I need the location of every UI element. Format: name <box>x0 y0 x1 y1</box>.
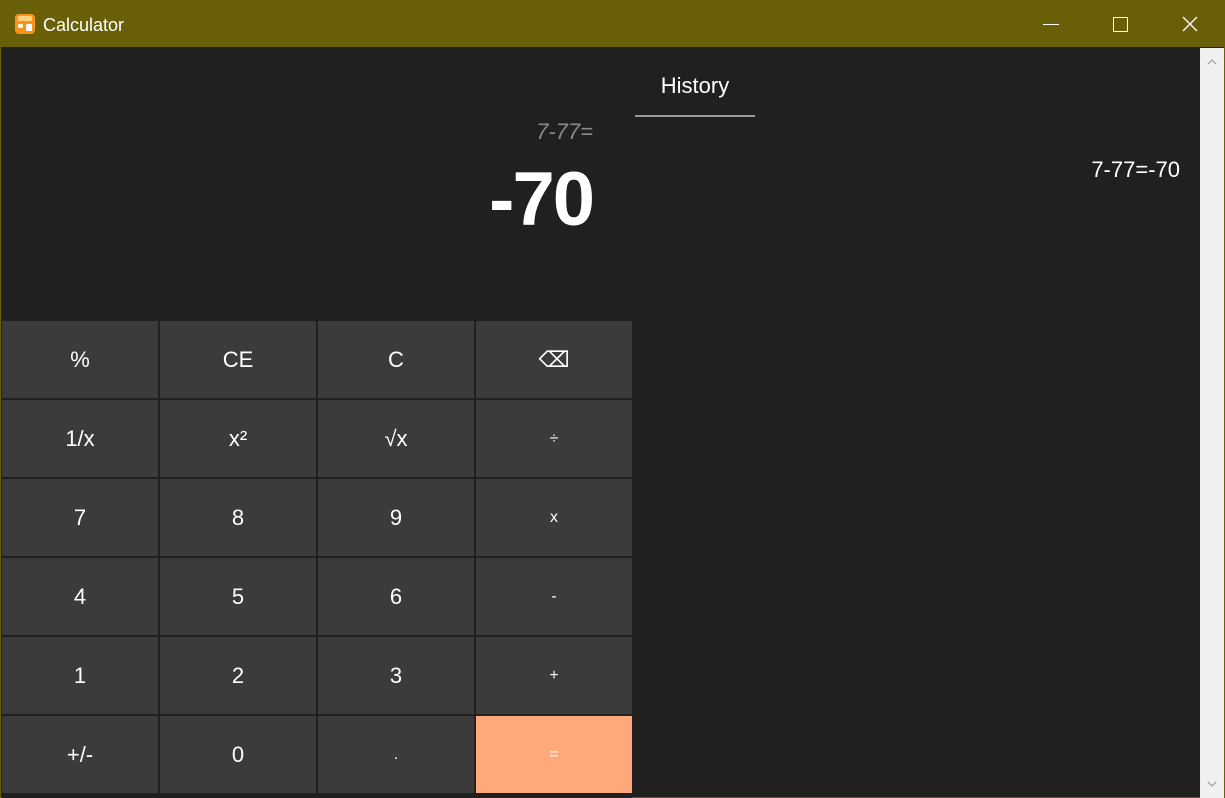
digit-0-button[interactable]: 0 <box>160 716 316 793</box>
reciprocal-button[interactable]: 1/x <box>2 400 158 477</box>
clear-entry-button[interactable]: CE <box>160 321 316 398</box>
calculator-window: Calculator 7-77= -70 % CE C ⌫ 1/x x² √x … <box>0 0 1225 798</box>
backspace-button[interactable]: ⌫ <box>476 321 632 398</box>
maximize-button[interactable] <box>1085 1 1155 47</box>
tab-history[interactable]: History <box>635 73 755 99</box>
close-button[interactable] <box>1155 1 1225 47</box>
minus-label: - <box>551 587 557 605</box>
plus-button[interactable]: + <box>476 637 632 714</box>
plus-label: + <box>549 666 559 684</box>
backspace-icon: ⌫ <box>538 346 570 372</box>
divide-button[interactable]: ÷ <box>476 400 632 477</box>
digit-1-button[interactable]: 1 <box>2 637 158 714</box>
history-scrollbar[interactable] <box>1200 48 1224 798</box>
minimize-button[interactable] <box>1016 1 1086 47</box>
scroll-up-button[interactable] <box>1200 50 1224 74</box>
sqrt-button[interactable]: √x <box>318 400 474 477</box>
keypad: % CE C ⌫ 1/x x² √x ÷ 7 8 9 x 4 5 6 - 1 2… <box>2 321 632 798</box>
multiply-button[interactable]: x <box>476 479 632 556</box>
digit-6-button[interactable]: 6 <box>318 558 474 635</box>
divide-label: ÷ <box>549 429 559 447</box>
decimal-label: . <box>393 745 399 763</box>
scroll-down-button[interactable] <box>1200 772 1224 796</box>
equals-label: = <box>549 745 559 763</box>
result-display: -70 <box>489 157 595 242</box>
digit-5-button[interactable]: 5 <box>160 558 316 635</box>
expression-display: 7-77= <box>536 119 593 144</box>
digit-4-button[interactable]: 4 <box>2 558 158 635</box>
negate-button[interactable]: +/- <box>2 716 158 793</box>
title-bar[interactable]: Calculator <box>1 1 1224 47</box>
digit-3-button[interactable]: 3 <box>318 637 474 714</box>
decimal-button[interactable]: . <box>318 716 474 793</box>
calculator-icon <box>15 14 35 34</box>
maximize-icon <box>1112 16 1128 32</box>
chevron-down-icon <box>1207 781 1217 787</box>
history-tab-underline <box>635 115 755 117</box>
percent-button[interactable]: % <box>2 321 158 398</box>
multiply-label: x <box>550 508 558 526</box>
digit-8-button[interactable]: 8 <box>160 479 316 556</box>
window-title: Calculator <box>43 15 125 35</box>
square-button[interactable]: x² <box>160 400 316 477</box>
minus-button[interactable]: - <box>476 558 632 635</box>
minimize-icon <box>1043 23 1059 25</box>
close-icon <box>1182 16 1198 32</box>
clear-button[interactable]: C <box>318 321 474 398</box>
digit-9-button[interactable]: 9 <box>318 479 474 556</box>
digit-7-button[interactable]: 7 <box>2 479 158 556</box>
digit-2-button[interactable]: 2 <box>160 637 316 714</box>
equals-button[interactable]: = <box>476 716 632 793</box>
history-item[interactable]: 7-77=-70 <box>961 157 1180 183</box>
chevron-up-icon <box>1207 59 1217 65</box>
